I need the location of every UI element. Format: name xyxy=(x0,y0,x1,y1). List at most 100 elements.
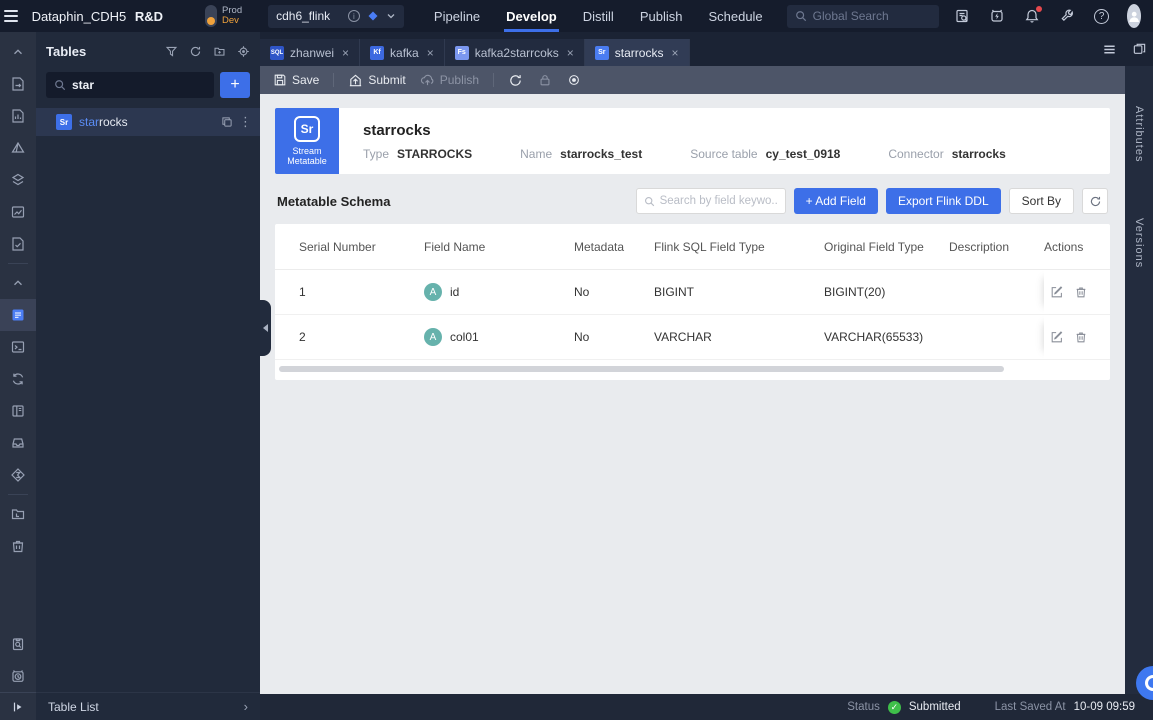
refresh-button[interactable] xyxy=(508,73,523,88)
locate-button[interactable] xyxy=(566,73,581,88)
rail-report-icon[interactable] xyxy=(0,100,36,132)
rail-trend-chart-icon[interactable] xyxy=(0,196,36,228)
tab-kafka[interactable]: Kf kafka × xyxy=(360,39,445,66)
tab-versions[interactable]: Versions xyxy=(1133,218,1145,268)
tools-wrench-icon[interactable] xyxy=(1058,7,1076,25)
sidebar-collapse-handle[interactable] xyxy=(260,300,271,356)
more-icon[interactable]: ⋮ xyxy=(239,114,252,130)
audit-log-icon[interactable] xyxy=(953,7,971,25)
close-icon[interactable]: × xyxy=(427,46,434,60)
rail-collapse-up-icon-2[interactable] xyxy=(0,267,36,299)
table-row: 2 Acol01 No VARCHAR VARCHAR(65533) xyxy=(275,315,1110,360)
rail-expand-panel-icon[interactable] xyxy=(0,692,36,720)
global-search[interactable] xyxy=(786,4,939,28)
help-icon[interactable]: ? xyxy=(1093,7,1111,25)
delete-icon[interactable] xyxy=(1074,285,1088,299)
edit-icon[interactable] xyxy=(1050,330,1064,344)
tab-kafka2starrcoks[interactable]: Fs kafka2starrcoks × xyxy=(444,39,585,66)
layout-switch-icon[interactable] xyxy=(1131,41,1147,57)
tables-panel: Tables + Sr starrocks xyxy=(36,32,260,720)
stream-metatable-logo: Sr Stream Metatable xyxy=(275,108,339,174)
rail-layers-icon[interactable] xyxy=(0,164,36,196)
project-select[interactable]: cdh6_flink i xyxy=(268,4,404,28)
env-toggle[interactable]: Prod Dev xyxy=(205,5,242,27)
col-original-type: Original Field Type xyxy=(824,239,924,254)
nav-distill[interactable]: Distill xyxy=(583,0,614,32)
field-search-input[interactable] xyxy=(659,195,778,207)
info-icon[interactable]: i xyxy=(347,10,360,22)
delete-icon[interactable] xyxy=(1074,330,1088,344)
sort-by-button[interactable]: Sort By xyxy=(1008,188,1074,214)
add-field-button[interactable]: + Add Field xyxy=(793,188,878,214)
rail-file-transfer-icon[interactable] xyxy=(0,68,36,100)
field-search[interactable] xyxy=(635,188,786,214)
rail-sync-icon[interactable] xyxy=(0,363,36,395)
horizontal-scrollbar[interactable] xyxy=(279,366,1004,372)
project-type-icon xyxy=(367,10,379,22)
publish-button[interactable]: Publish xyxy=(420,73,479,88)
lock-button[interactable] xyxy=(537,73,552,88)
rail-alarm-clock-icon[interactable] xyxy=(0,660,36,692)
nav-schedule[interactable]: Schedule xyxy=(708,0,762,32)
nav-pipeline[interactable]: Pipeline xyxy=(434,0,480,32)
metatable-meta: Type STARROCKS Name starrocks_test Source … xyxy=(363,147,1086,161)
col-metadata: Metadata xyxy=(574,239,625,254)
submit-button[interactable]: Submit xyxy=(348,73,406,88)
nav-develop[interactable]: Develop xyxy=(504,0,559,32)
export-flink-ddl-button[interactable]: Export Flink DDL xyxy=(885,188,1001,214)
rail-clipboard-search-icon[interactable] xyxy=(0,628,36,660)
save-icon xyxy=(272,73,287,88)
table-list-label: Table List xyxy=(48,699,99,714)
table-row: 1 Aid No BIGINT BIGINT(20) xyxy=(275,270,1110,315)
tab-zhanwei[interactable]: SQL zhanwei × xyxy=(260,39,361,66)
refresh-schema-button[interactable] xyxy=(1082,188,1108,214)
copy-icon[interactable] xyxy=(221,116,233,128)
close-icon[interactable]: × xyxy=(671,46,678,60)
rail-collapse-up-icon[interactable] xyxy=(0,36,36,68)
tab-list-menu-icon[interactable] xyxy=(1101,41,1117,57)
notification-dot xyxy=(1035,6,1042,12)
save-button[interactable]: Save xyxy=(272,73,319,88)
col-actions: Actions xyxy=(1044,239,1084,254)
tree-item-starrocks[interactable]: Sr starrocks ⋮ xyxy=(36,108,260,136)
tab-starrocks[interactable]: Sr starrocks × xyxy=(584,39,690,66)
status-value: Submitted xyxy=(908,701,961,713)
edit-icon[interactable] xyxy=(1050,285,1064,299)
filter-icon[interactable] xyxy=(164,44,178,58)
rail-table-list-icon[interactable] xyxy=(0,299,36,331)
rail-task-check-icon[interactable] xyxy=(0,228,36,260)
env-toggle-dot xyxy=(207,17,216,25)
locate-icon[interactable] xyxy=(236,44,250,58)
table-search[interactable] xyxy=(46,72,214,98)
trigger-icon[interactable] xyxy=(988,7,1006,25)
close-icon[interactable]: × xyxy=(342,46,349,60)
table-list-footer[interactable]: Table List › xyxy=(36,692,260,720)
close-icon[interactable]: × xyxy=(567,46,574,60)
rail-folder-icon[interactable] xyxy=(0,498,36,530)
table-search-input[interactable] xyxy=(72,78,206,92)
rail-recycle-bin-icon[interactable] xyxy=(0,530,36,562)
tab-attributes[interactable]: Attributes xyxy=(1133,106,1145,162)
rail-sigma-icon[interactable] xyxy=(0,459,36,491)
refresh-icon[interactable] xyxy=(188,44,202,58)
nav-publish[interactable]: Publish xyxy=(640,0,683,32)
kafka-icon: Kf xyxy=(370,45,385,60)
avatar[interactable] xyxy=(1126,4,1142,28)
field-name: col01 xyxy=(450,330,479,344)
rail-drawer-icon[interactable] xyxy=(0,427,36,459)
tree-item-label: starrocks xyxy=(79,115,128,129)
new-folder-icon[interactable] xyxy=(212,44,226,58)
tab-label: kafka xyxy=(390,45,419,60)
rail-pyramid-icon[interactable] xyxy=(0,132,36,164)
global-search-input[interactable] xyxy=(812,9,931,23)
success-check-icon: ✓ xyxy=(887,700,901,714)
rail-notebook-icon[interactable] xyxy=(0,395,36,427)
tab-label: starrocks xyxy=(614,45,664,60)
create-table-button[interactable]: + xyxy=(220,72,250,98)
chevron-down-icon[interactable] xyxy=(386,11,396,21)
notifications-bell-icon[interactable] xyxy=(1023,6,1042,25)
rail-terminal-icon[interactable] xyxy=(0,331,36,363)
schema-title: Metatable Schema xyxy=(277,193,391,209)
lock-icon xyxy=(537,73,552,88)
menu-icon[interactable] xyxy=(0,0,22,32)
